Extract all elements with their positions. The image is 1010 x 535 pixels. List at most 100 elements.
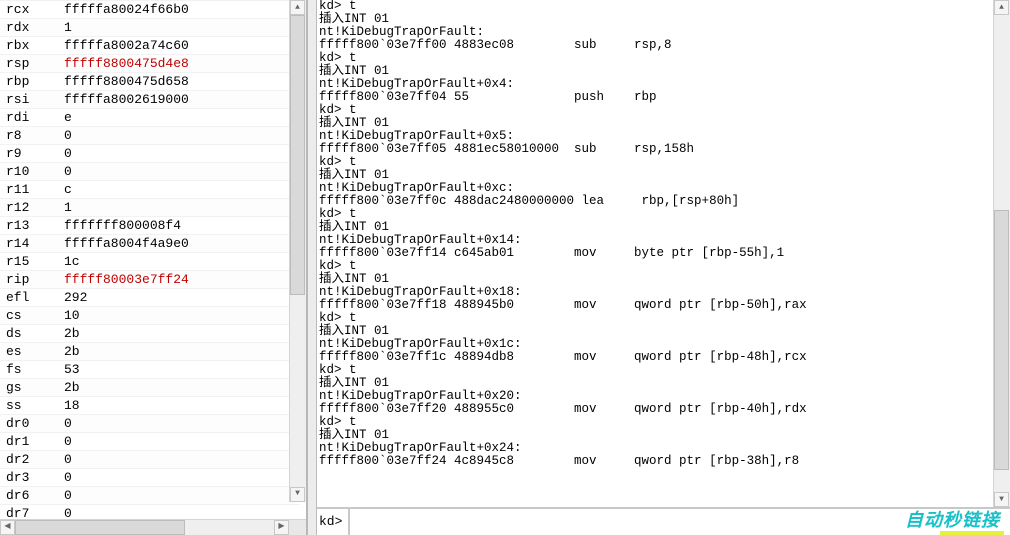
command-vertical-scrollbar[interactable]: ▲ ▼ xyxy=(993,0,1010,507)
register-name: r13 xyxy=(0,217,60,235)
register-value[interactable]: fffffff800008f4 xyxy=(60,217,300,235)
register-value[interactable]: 18 xyxy=(60,397,300,415)
register-row[interactable]: dr30 xyxy=(0,469,300,487)
register-row[interactable]: rdx1 xyxy=(0,19,300,37)
output-line: kd> t xyxy=(319,52,1008,65)
register-row[interactable]: r100 xyxy=(0,163,300,181)
register-value[interactable]: fffff8800475d4e8 xyxy=(60,55,300,73)
register-row[interactable]: dr20 xyxy=(0,451,300,469)
register-name: dr3 xyxy=(0,469,60,487)
triangle-right-icon: ▶ xyxy=(278,523,284,531)
command-input[interactable] xyxy=(350,509,1010,535)
register-value[interactable]: 1c xyxy=(60,253,300,271)
registers-vertical-scrollbar[interactable]: ▲ ▼ xyxy=(289,0,306,502)
register-row[interactable]: rspfffff8800475d4e8 xyxy=(0,55,300,73)
register-row[interactable]: dr10 xyxy=(0,433,300,451)
register-row[interactable]: r13fffffff800008f4 xyxy=(0,217,300,235)
register-name: r12 xyxy=(0,199,60,217)
register-value[interactable]: fffffa80024f66b0 xyxy=(60,1,300,19)
register-row[interactable]: dr70 xyxy=(0,505,300,519)
register-row[interactable]: rbxfffffa8002a74c60 xyxy=(0,37,300,55)
register-row[interactable]: rdie xyxy=(0,109,300,127)
register-name: rip xyxy=(0,271,60,289)
register-row[interactable]: fs53 xyxy=(0,361,300,379)
output-line: kd> t xyxy=(319,364,1008,377)
register-row[interactable]: r14fffffa8004f4a9e0 xyxy=(0,235,300,253)
register-value[interactable]: fffff80003e7ff24 xyxy=(60,271,300,289)
register-value[interactable]: 1 xyxy=(60,199,300,217)
register-value[interactable]: e xyxy=(60,109,300,127)
register-name: dr0 xyxy=(0,415,60,433)
register-value[interactable]: 0 xyxy=(60,469,300,487)
register-row[interactable]: ss18 xyxy=(0,397,300,415)
register-value[interactable]: 0 xyxy=(60,433,300,451)
register-row[interactable]: gs2b xyxy=(0,379,300,397)
register-value[interactable]: 0 xyxy=(60,145,300,163)
debugger-app: rcxfffffa80024f66b0rdx1rbxfffffa8002a74c… xyxy=(0,0,1010,535)
output-line: kd> t xyxy=(319,208,1008,221)
register-value[interactable]: 0 xyxy=(60,487,300,505)
scroll-thumb[interactable] xyxy=(15,520,185,535)
command-output[interactable]: kd> t插入INT 01nt!KiDebugTrapOrFault:fffff… xyxy=(317,0,1010,507)
register-value[interactable]: 53 xyxy=(60,361,300,379)
output-line: kd> t xyxy=(319,156,1008,169)
register-row[interactable]: rbpfffff8800475d658 xyxy=(0,73,300,91)
registers-scroll-area: rcxfffffa80024f66b0rdx1rbxfffffa8002a74c… xyxy=(0,0,306,519)
register-value[interactable]: fffffa8002a74c60 xyxy=(60,37,300,55)
register-value[interactable]: fffff8800475d658 xyxy=(60,73,300,91)
scroll-left-button[interactable]: ◀ xyxy=(0,520,15,535)
register-value[interactable]: 2b xyxy=(60,343,300,361)
register-value[interactable]: 0 xyxy=(60,451,300,469)
register-row[interactable]: cs10 xyxy=(0,307,300,325)
register-value[interactable]: 10 xyxy=(60,307,300,325)
registers-table: rcxfffffa80024f66b0rdx1rbxfffffa8002a74c… xyxy=(0,0,300,519)
register-value[interactable]: fffffa8002619000 xyxy=(60,91,300,109)
scroll-down-button[interactable]: ▼ xyxy=(994,492,1009,507)
pane-splitter[interactable] xyxy=(308,0,316,535)
register-value[interactable]: 292 xyxy=(60,289,300,307)
registers-horizontal-scrollbar[interactable]: ◀ ▶ xyxy=(0,519,306,535)
register-name: r14 xyxy=(0,235,60,253)
scroll-thumb[interactable] xyxy=(290,15,305,295)
output-line: kd> t xyxy=(319,260,1008,273)
register-row[interactable]: r80 xyxy=(0,127,300,145)
register-name: efl xyxy=(0,289,60,307)
register-row[interactable]: dr00 xyxy=(0,415,300,433)
register-row[interactable]: ds2b xyxy=(0,325,300,343)
register-value[interactable]: 0 xyxy=(60,163,300,181)
scroll-corner xyxy=(289,520,306,535)
scroll-thumb[interactable] xyxy=(994,210,1009,470)
scroll-down-button[interactable]: ▼ xyxy=(290,487,305,502)
register-value[interactable]: 2b xyxy=(60,379,300,397)
register-row[interactable]: ripfffff80003e7ff24 xyxy=(0,271,300,289)
register-name: gs xyxy=(0,379,60,397)
register-row[interactable]: r11c xyxy=(0,181,300,199)
register-row[interactable]: r121 xyxy=(0,199,300,217)
register-value[interactable]: 1 xyxy=(60,19,300,37)
register-name: ss xyxy=(0,397,60,415)
scroll-up-button[interactable]: ▲ xyxy=(994,0,1009,15)
output-line: fffff800`03e7ff1c 48894db8 mov qword ptr… xyxy=(319,351,1008,364)
register-row[interactable]: efl292 xyxy=(0,289,300,307)
register-row[interactable]: r90 xyxy=(0,145,300,163)
register-row[interactable]: dr60 xyxy=(0,487,300,505)
register-value[interactable]: c xyxy=(60,181,300,199)
register-row[interactable]: rcxfffffa80024f66b0 xyxy=(0,1,300,19)
register-value[interactable]: 2b xyxy=(60,325,300,343)
register-value[interactable]: 0 xyxy=(60,505,300,519)
register-value[interactable]: 0 xyxy=(60,415,300,433)
register-value[interactable]: fffffa8004f4a9e0 xyxy=(60,235,300,253)
register-name: cs xyxy=(0,307,60,325)
output-line: fffff800`03e7ff18 488945b0 mov qword ptr… xyxy=(319,299,1008,312)
register-row[interactable]: es2b xyxy=(0,343,300,361)
scroll-up-button[interactable]: ▲ xyxy=(290,0,305,15)
register-row[interactable]: r151c xyxy=(0,253,300,271)
register-name: r9 xyxy=(0,145,60,163)
register-name: dr1 xyxy=(0,433,60,451)
output-line: fffff800`03e7ff00 4883ec08 sub rsp,8 xyxy=(319,39,1008,52)
triangle-down-icon: ▼ xyxy=(295,490,300,498)
register-value[interactable]: 0 xyxy=(60,127,300,145)
register-row[interactable]: rsifffffa8002619000 xyxy=(0,91,300,109)
output-line: fffff800`03e7ff05 4881ec58010000 sub rsp… xyxy=(319,143,1008,156)
scroll-right-button[interactable]: ▶ xyxy=(274,520,289,535)
